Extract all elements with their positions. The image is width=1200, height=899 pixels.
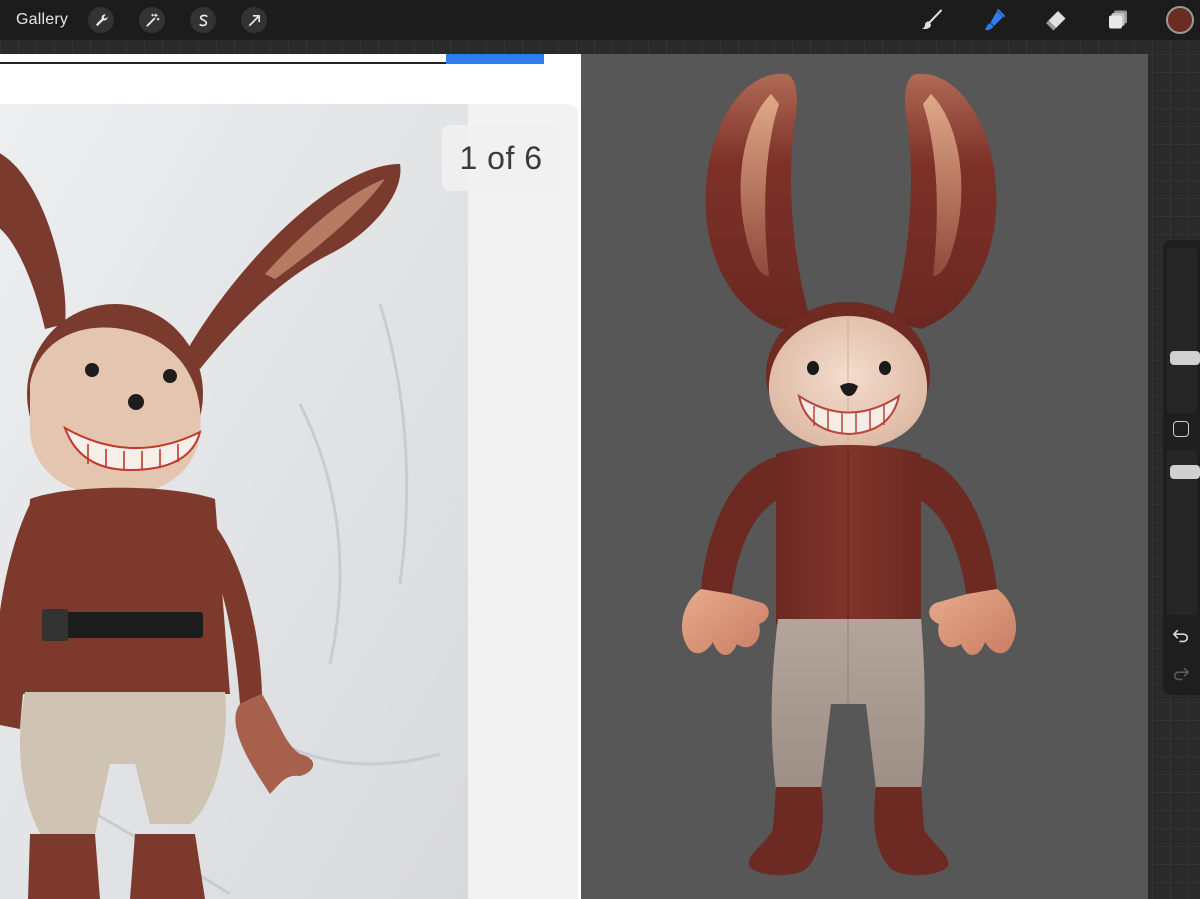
- drawing-canvas[interactable]: 1 of 6: [0, 54, 1148, 899]
- plush-rabbit-image: [0, 104, 468, 899]
- transform-button[interactable]: [241, 7, 268, 33]
- brush-sidebar: [1163, 240, 1200, 695]
- smudge-icon: [985, 9, 1005, 31]
- brush-opacity-slider[interactable]: [1167, 450, 1200, 615]
- right-tools: [918, 0, 1200, 40]
- plush-rabbit-photo: [0, 104, 468, 899]
- redo-icon: [1173, 667, 1190, 681]
- brush-size-slider[interactable]: [1167, 248, 1200, 413]
- reference-screenshot: 1 of 6: [0, 54, 581, 899]
- brush-opacity-thumb[interactable]: [1170, 465, 1200, 479]
- wrench-icon: [95, 13, 108, 26]
- paint-tool-button[interactable]: [918, 6, 946, 34]
- photo-gallery: 1 of 6: [0, 104, 578, 899]
- eraser-icon: [1046, 11, 1066, 31]
- page-progress-bar: [0, 62, 446, 64]
- transform-arrow-icon: [248, 14, 260, 26]
- actions-button[interactable]: [88, 7, 115, 33]
- gallery-button[interactable]: Gallery: [16, 11, 68, 29]
- smudge-tool-button[interactable]: [980, 6, 1008, 34]
- color-picker-button[interactable]: [1166, 6, 1194, 34]
- layers-button[interactable]: [1104, 6, 1132, 34]
- rabbit-drawing: [681, 73, 1017, 876]
- eraser-tool-button[interactable]: [1042, 6, 1070, 34]
- modify-square-icon[interactable]: [1173, 421, 1189, 437]
- selection-s-icon: [198, 14, 208, 26]
- undo-icon: [1172, 629, 1189, 643]
- adjustments-button[interactable]: [139, 7, 166, 33]
- brush-icon: [922, 9, 942, 29]
- top-toolbar: Gallery: [0, 0, 1200, 40]
- selection-button[interactable]: [190, 7, 217, 33]
- brush-size-thumb[interactable]: [1170, 351, 1200, 365]
- layers-icon: [1109, 10, 1127, 29]
- magic-wand-icon: [146, 12, 160, 27]
- redo-button[interactable]: [1171, 664, 1191, 684]
- undo-button[interactable]: [1171, 626, 1191, 646]
- rabbit-artwork: [581, 54, 1148, 899]
- image-counter-badge: 1 of 6: [442, 125, 560, 191]
- page-progress-fill: [446, 54, 544, 64]
